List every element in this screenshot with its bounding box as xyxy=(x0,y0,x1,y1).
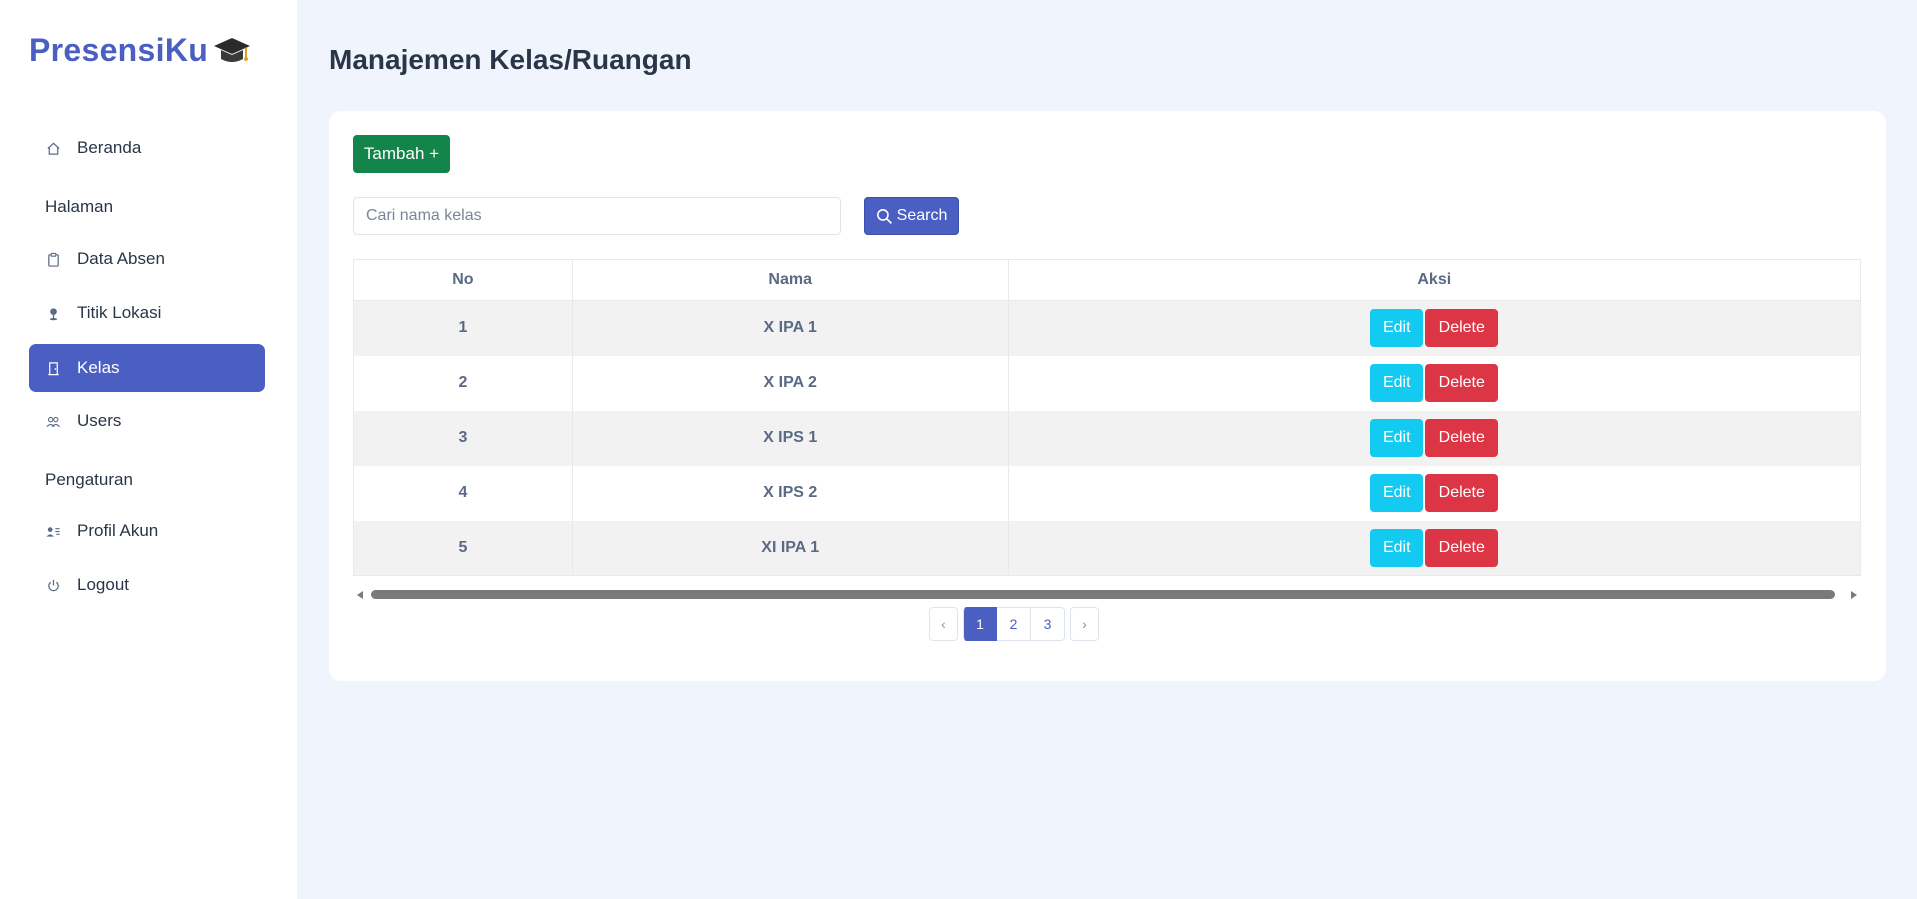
delete-button[interactable]: Delete xyxy=(1425,419,1499,457)
cell-no: 3 xyxy=(353,410,573,466)
map-pin-icon xyxy=(45,305,61,321)
brand-name: PresensiKu xyxy=(29,32,209,68)
page-title: Manajemen Kelas/Ruangan xyxy=(329,44,692,75)
add-class-button[interactable]: Tambah + xyxy=(353,135,450,173)
cell-nama: X IPA 1 xyxy=(571,300,1009,356)
scrollbar-thumb[interactable] xyxy=(371,590,1835,599)
sidebar-item-label: Beranda xyxy=(77,138,142,157)
cell-aksi: Edit Delete xyxy=(1007,520,1862,576)
edit-button[interactable]: Edit xyxy=(1370,528,1424,567)
pagination-page-3[interactable]: 3 xyxy=(1031,607,1065,641)
pagination-page-1[interactable]: 1 xyxy=(963,607,997,641)
sidebar-item-profil-akun[interactable]: Profil Akun xyxy=(29,507,265,555)
cell-nama: XI IPA 1 xyxy=(571,520,1009,576)
cell-nama: X IPS 1 xyxy=(571,410,1009,466)
table-row: 2 X IPA 2 Edit Delete xyxy=(353,355,1862,411)
delete-button[interactable]: Delete xyxy=(1425,364,1499,402)
pagination-prev-button[interactable]: ‹ xyxy=(929,607,958,641)
clipboard-icon xyxy=(45,251,61,267)
search-button-label: Search xyxy=(896,207,948,224)
user-card-icon xyxy=(45,523,61,539)
class-table: No Nama Aksi 1 X IPA 1 Edit Delete 2 X IP… xyxy=(353,259,1862,576)
sidebar-item-label: Profil Akun xyxy=(77,521,159,540)
scroll-right-icon[interactable] xyxy=(1851,591,1857,599)
table-row: 5 XI IPA 1 Edit Delete xyxy=(353,520,1862,576)
users-icon xyxy=(45,413,61,429)
sidebar-section-pengaturan: Pengaturan xyxy=(45,470,133,489)
table-row: 4 X IPS 2 Edit Delete xyxy=(353,465,1862,521)
delete-button[interactable]: Delete xyxy=(1425,474,1499,512)
sidebar-item-beranda[interactable]: Beranda xyxy=(29,124,265,172)
table-header-row: No Nama Aksi xyxy=(353,259,1862,301)
column-header-aksi: Aksi xyxy=(1007,259,1862,301)
cell-aksi: Edit Delete xyxy=(1007,410,1862,466)
cell-aksi: Edit Delete xyxy=(1007,355,1862,411)
sidebar-section-halaman: Halaman xyxy=(45,197,114,216)
pagination-next-button[interactable]: › xyxy=(1070,607,1099,641)
delete-button[interactable]: Delete xyxy=(1425,309,1499,348)
edit-button[interactable]: Edit xyxy=(1370,419,1424,457)
edit-button[interactable]: Edit xyxy=(1370,364,1424,402)
sidebar: PresensiKu Beranda Halaman Data Absen Ti… xyxy=(0,0,297,899)
graduation-cap-icon xyxy=(214,37,251,62)
delete-button[interactable]: Delete xyxy=(1425,528,1499,567)
sidebar-item-label: Logout xyxy=(77,575,129,594)
edit-button[interactable]: Edit xyxy=(1370,474,1424,512)
cell-no: 2 xyxy=(353,355,573,411)
sidebar-item-data-absen[interactable]: Data Absen xyxy=(29,235,265,283)
cell-nama: X IPA 2 xyxy=(571,355,1009,411)
cell-no: 5 xyxy=(353,520,573,576)
sidebar-item-users[interactable]: Users xyxy=(29,397,265,445)
search-input[interactable] xyxy=(353,197,841,235)
edit-button[interactable]: Edit xyxy=(1370,309,1424,348)
search-button[interactable]: Search xyxy=(864,197,959,235)
class-table-container: No Nama Aksi 1 X IPA 1 Edit Delete 2 X IP… xyxy=(353,259,1862,576)
sidebar-item-kelas[interactable]: Kelas xyxy=(29,344,265,392)
content-card: Tambah + Search No Nama Aksi 1 X xyxy=(329,111,1886,681)
scroll-left-icon[interactable] xyxy=(357,591,363,599)
table-row: 3 X IPS 1 Edit Delete xyxy=(353,410,1862,466)
pagination-page-2[interactable]: 2 xyxy=(997,607,1031,641)
sidebar-item-label: Users xyxy=(77,411,122,430)
power-icon xyxy=(45,577,61,593)
home-icon xyxy=(45,140,61,156)
column-header-nama[interactable]: Nama xyxy=(571,259,1009,301)
column-header-no[interactable]: No xyxy=(353,259,573,301)
cell-no: 4 xyxy=(353,465,573,521)
cell-aksi: Edit Delete xyxy=(1007,465,1862,521)
brand-logo[interactable]: PresensiKu xyxy=(29,32,252,69)
sidebar-item-logout[interactable]: Logout xyxy=(29,561,265,609)
pagination: ‹ 1 2 3 › xyxy=(929,607,1099,641)
horizontal-scrollbar[interactable] xyxy=(353,588,1861,602)
cell-no: 1 xyxy=(353,300,573,356)
sidebar-item-label: Titik Lokasi xyxy=(77,303,162,322)
door-icon xyxy=(45,360,61,376)
search-icon xyxy=(876,208,892,224)
cell-nama: X IPS 2 xyxy=(571,465,1009,521)
sidebar-item-label: Data Absen xyxy=(77,249,165,268)
cell-aksi: Edit Delete xyxy=(1007,300,1862,356)
sidebar-item-titik-lokasi[interactable]: Titik Lokasi xyxy=(29,289,265,337)
sidebar-item-label: Kelas xyxy=(77,358,120,377)
table-row: 1 X IPA 1 Edit Delete xyxy=(353,300,1862,356)
